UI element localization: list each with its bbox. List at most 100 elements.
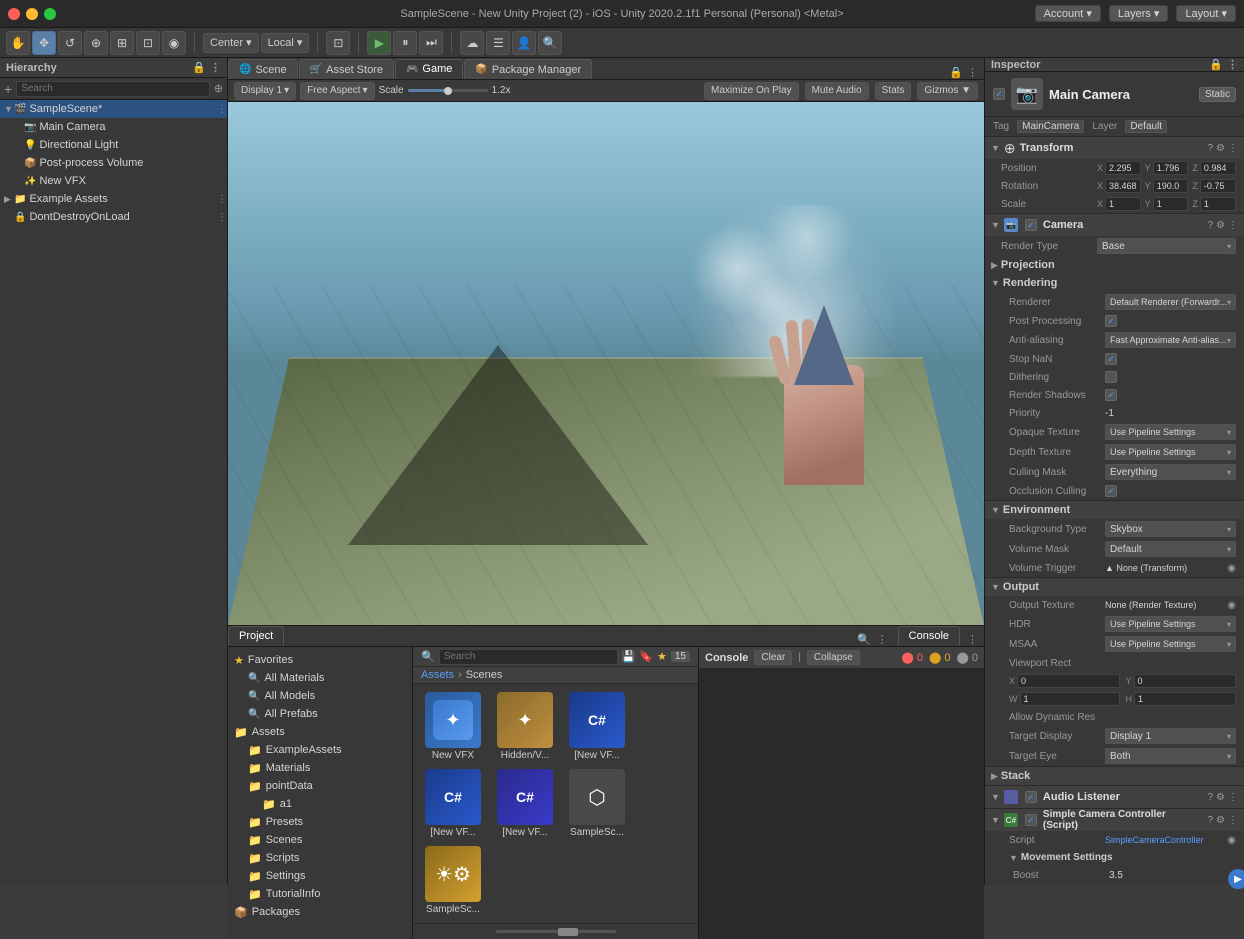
target-display-dropdown[interactable]: Display 1 ▾: [1105, 728, 1236, 744]
vp-w-input[interactable]: 1: [1020, 692, 1120, 706]
grid-tool[interactable]: ⊡: [326, 31, 350, 55]
hand-tool[interactable]: ✋: [6, 31, 30, 55]
save-icon[interactable]: 💾: [622, 650, 636, 663]
display-dropdown[interactable]: Display 1 ▾: [234, 82, 296, 100]
project-item-example-assets[interactable]: 📁 ExampleAssets: [228, 741, 412, 759]
vp-y-input[interactable]: 0: [1134, 674, 1236, 688]
opaque-texture-dropdown[interactable]: Use Pipeline Settings ▾: [1105, 424, 1236, 440]
aspect-dropdown[interactable]: Free Aspect ▾: [300, 82, 374, 100]
inspector-more-icon[interactable]: ⋮: [1227, 58, 1238, 71]
rot-x-input[interactable]: 38.468: [1105, 179, 1141, 193]
hierarchy-add-icon[interactable]: +: [4, 81, 12, 97]
project-item-all-materials[interactable]: 🔍 All Materials: [228, 669, 412, 687]
project-item-all-models[interactable]: 🔍 All Models: [228, 687, 412, 705]
volume-mask-dropdown[interactable]: Default ▾: [1105, 541, 1236, 557]
close-button[interactable]: [8, 8, 20, 20]
mute-btn[interactable]: Mute Audio: [805, 82, 869, 100]
vp-h-input[interactable]: 1: [1134, 692, 1236, 706]
assets-path-scenes[interactable]: Scenes: [466, 669, 503, 681]
hierarchy-more-samplescene[interactable]: ⋮: [217, 104, 227, 115]
transform-help-icon[interactable]: ?: [1207, 143, 1213, 154]
script-target-icon[interactable]: ◉: [1227, 835, 1236, 846]
camera-enable-checkbox[interactable]: [1025, 219, 1037, 231]
tab-more-icon[interactable]: ⋮: [967, 66, 978, 79]
hierarchy-more-example[interactable]: ⋮: [217, 194, 227, 205]
output-texture-value[interactable]: None (Render Texture): [1105, 600, 1224, 610]
tab-project[interactable]: Project: [228, 626, 284, 646]
layers-button[interactable]: Layers ▾: [1109, 5, 1169, 22]
tab-asset-store[interactable]: 🛒 Asset Store: [299, 59, 394, 79]
audio-listener-header[interactable]: ▼ 🎵 Audio Listener ? ⚙ ⋮: [985, 786, 1244, 808]
object-name[interactable]: Main Camera: [1049, 87, 1130, 102]
audio-listener-more-icon[interactable]: ⋮: [1228, 792, 1238, 803]
hierarchy-more-dontdestroy[interactable]: ⋮: [217, 212, 227, 223]
star-icon[interactable]: ★: [657, 650, 667, 663]
hierarchy-item-vfx[interactable]: ✨ New VFX: [0, 172, 227, 190]
project-item-presets[interactable]: 📁 Presets: [228, 813, 412, 831]
project-item-pointdata[interactable]: 📁 pointData: [228, 777, 412, 795]
layer-dropdown[interactable]: Default: [1125, 120, 1167, 133]
asset-unity-scene[interactable]: ⬡ SampleSc...: [565, 769, 629, 838]
stats-btn[interactable]: Stats: [875, 82, 912, 100]
script-settings-icon[interactable]: ⚙: [1216, 815, 1225, 826]
scale-x-input[interactable]: 1: [1105, 197, 1141, 211]
center-dropdown[interactable]: Center ▾: [203, 33, 259, 53]
target-eye-dropdown[interactable]: Both ▾: [1105, 748, 1236, 764]
camera-component-header[interactable]: ▼ 📷 Camera ? ⚙ ⋮: [985, 214, 1244, 236]
hierarchy-item-main-camera[interactable]: 📷 Main Camera: [0, 118, 227, 136]
hierarchy-search-input[interactable]: [16, 81, 210, 97]
asset-cs-2[interactable]: C# [New VF...: [421, 769, 485, 838]
occlusion-culling-checkbox[interactable]: [1105, 485, 1117, 497]
priority-value[interactable]: -1: [1105, 408, 1236, 419]
movement-settings-foldout[interactable]: ▼ Movement Settings: [985, 849, 1244, 866]
assets-scroll-thumb[interactable]: [558, 928, 578, 936]
scale-slider[interactable]: [408, 89, 488, 92]
project-item-a1[interactable]: 📁 a1: [228, 795, 412, 813]
projection-foldout[interactable]: ▶ Projection: [985, 256, 1244, 274]
bookmark-icon[interactable]: 🔖: [639, 650, 653, 663]
camera-settings-icon[interactable]: ⚙: [1216, 220, 1225, 231]
stop-nan-checkbox[interactable]: [1105, 353, 1117, 365]
volume-trigger-target-icon[interactable]: ◉: [1227, 563, 1236, 574]
post-processing-checkbox[interactable]: [1105, 315, 1117, 327]
step-button[interactable]: ⏭: [419, 31, 443, 55]
rect-tool[interactable]: ⊞: [110, 31, 134, 55]
tab-console[interactable]: Console: [898, 626, 960, 646]
console-more-icon[interactable]: ⋮: [967, 633, 978, 646]
culling-mask-dropdown[interactable]: Everything ▾: [1105, 464, 1236, 480]
tab-lock-icon[interactable]: 🔒: [949, 66, 963, 79]
bg-type-dropdown[interactable]: Skybox ▾: [1105, 521, 1236, 537]
camera-help-icon[interactable]: ?: [1207, 220, 1213, 231]
project-item-packages[interactable]: 📦 Packages: [228, 903, 412, 921]
rot-y-input[interactable]: 190.0: [1153, 179, 1189, 193]
anti-aliasing-dropdown[interactable]: Fast Approximate Anti-alias... ▾: [1105, 332, 1236, 348]
assets-path-assets[interactable]: Assets: [421, 669, 454, 681]
console-clear-button[interactable]: Clear: [754, 650, 792, 665]
hierarchy-item-postprocess[interactable]: 📦 Post-process Volume: [0, 154, 227, 172]
project-item-assets[interactable]: 📁 Assets: [228, 723, 412, 741]
gizmos-btn[interactable]: Gizmos ▼: [917, 82, 978, 100]
hierarchy-item-dontdestroy[interactable]: 🔒 DontDestroyOnLoad ⋮: [0, 208, 227, 226]
scene-viewport[interactable]: [228, 102, 984, 625]
assets-search-input[interactable]: [439, 649, 618, 665]
pos-x-input[interactable]: 2.295: [1105, 161, 1141, 175]
tab-scene[interactable]: 🌐 Scene: [228, 59, 298, 79]
custom-tool[interactable]: ◉: [162, 31, 186, 55]
tab-game[interactable]: 🎮 Game: [395, 59, 463, 79]
rot-z-input[interactable]: -0.75: [1200, 179, 1236, 193]
asset-cs-3[interactable]: C# [New VF...: [493, 769, 557, 838]
account-tool[interactable]: 👤: [512, 31, 536, 55]
transform-component-header[interactable]: ▼ ⊕ Transform ? ⚙ ⋮: [985, 137, 1244, 159]
hierarchy-all-icon[interactable]: ⊕: [214, 82, 223, 95]
volume-trigger-value[interactable]: ▲ None (Transform): [1105, 563, 1224, 573]
maximize-button[interactable]: [44, 8, 56, 20]
console-collapse-button[interactable]: Collapse: [807, 650, 860, 665]
asset-cs-1[interactable]: C# [New VF...: [565, 692, 629, 761]
project-item-materials[interactable]: 📁 Materials: [228, 759, 412, 777]
audio-listener-settings-icon[interactable]: ⚙: [1216, 792, 1225, 803]
play-button[interactable]: ▶: [367, 31, 391, 55]
script-help-icon[interactable]: ?: [1207, 815, 1213, 826]
renderer-dropdown[interactable]: Default Renderer (Forwardr... ▾: [1105, 294, 1236, 310]
project-item-scripts[interactable]: 📁 Scripts: [228, 849, 412, 867]
rotate-tool[interactable]: ↺: [58, 31, 82, 55]
